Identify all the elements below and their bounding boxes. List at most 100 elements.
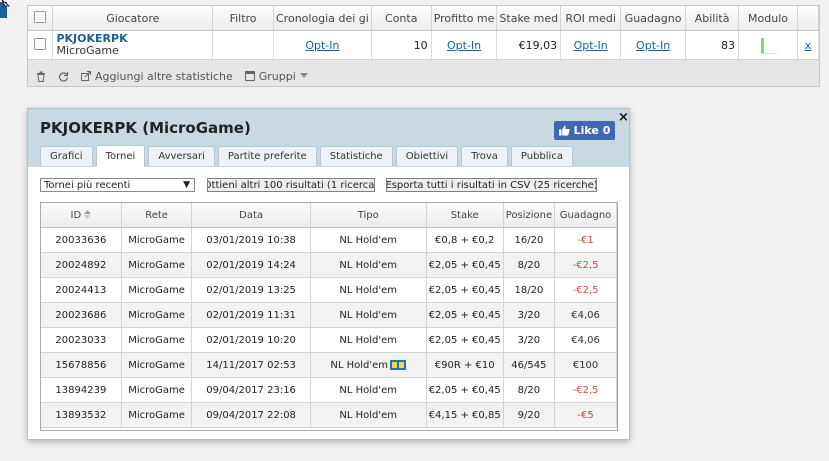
col-header-id[interactable]: ID — [41, 203, 122, 228]
players-toolbar: Aggiungi altre statistiche Gruppi — [28, 65, 819, 87]
select-arrow-icon: ▼ — [183, 180, 190, 190]
col-header-result-earnings[interactable]: Guadagno — [554, 203, 617, 228]
avg-profit-optin-link[interactable]: Opt-In — [447, 39, 481, 52]
select-all-header[interactable] — [28, 6, 54, 31]
result-stake: €4,15 + €0,85 — [426, 402, 504, 428]
col-header-type[interactable]: Tipo — [310, 203, 427, 228]
result-position: 16/20 — [503, 227, 556, 253]
tab-statistics[interactable]: Statistiche — [319, 146, 393, 166]
result-type: NL Hold'em — [310, 227, 427, 253]
player-ability-cell: 83 — [685, 30, 740, 60]
col-header-avg-stake[interactable]: Stake med — [496, 6, 562, 31]
col-header-earnings[interactable]: Guadagno — [620, 6, 687, 31]
result-row[interactable]: 20023686 MicroGame 02/01/2019 11:31 NL Hold… — [41, 302, 617, 328]
turbo-icon — [390, 359, 407, 370]
result-date: 02/01/2019 10:20 — [191, 327, 311, 353]
col-header-date[interactable]: Data — [191, 203, 311, 228]
players-header-row: Giocatore Filtro Cronologia dei gi Conta… — [28, 6, 820, 31]
tab-favorite-games[interactable]: Partite preferite — [217, 146, 317, 166]
result-id: 13894239 — [41, 377, 122, 403]
result-id: 20024892 — [41, 252, 122, 278]
result-position: 3/20 — [503, 302, 556, 328]
col-header-form[interactable]: Modulo — [738, 6, 798, 31]
result-stake: €90R + €10 — [426, 352, 504, 378]
col-header-position[interactable]: Posizione — [503, 203, 556, 228]
tab-tournaments[interactable]: Tornei — [95, 145, 146, 167]
corner-cursor-icon — [0, 0, 11, 18]
remove-player-link[interactable]: x — [805, 39, 812, 52]
add-stats-button[interactable]: Aggiungi altre statistiche — [81, 70, 233, 83]
result-date: 09/04/2017 23:16 — [191, 377, 311, 403]
facebook-like-button[interactable]: Like 0 — [554, 121, 615, 140]
result-id: 20023033 — [41, 327, 122, 353]
col-header-network[interactable]: Rete — [121, 203, 193, 228]
result-type-label: NL Hold'em — [339, 234, 398, 246]
like-label: Like 0 — [573, 124, 611, 137]
col-header-id-label: ID — [70, 209, 82, 221]
player-avg-roi-cell: Opt-In — [560, 30, 622, 60]
player-history-cell: Opt-In — [273, 30, 372, 60]
load-more-button[interactable]: Ottieni altri 100 risultati (1 ricerca) — [207, 178, 375, 192]
thumbs-up-icon — [558, 125, 570, 136]
popup-close-button[interactable]: × — [618, 110, 629, 125]
result-row[interactable]: 13894239 MicroGame 09/04/2017 23:16 NL Hold… — [41, 377, 617, 403]
result-stake: €2,05 + €0,45 — [426, 327, 504, 353]
result-row[interactable]: 20024413 MicroGame 02/01/2019 13:25 NL Hold… — [41, 277, 617, 303]
result-row[interactable]: 20024892 MicroGame 02/01/2019 14:24 NL Hold… — [41, 252, 617, 278]
player-select-cell[interactable] — [28, 30, 54, 60]
export-csv-button[interactable]: Esporta tutti i risultati in CSV (25 ric… — [386, 178, 597, 192]
result-stake: €2,05 + €0,45 — [426, 252, 504, 278]
result-date: 02/01/2019 11:31 — [191, 302, 311, 328]
result-type-label: NL Hold'em — [339, 409, 398, 421]
result-position: 9/20 — [503, 402, 556, 428]
result-type-label: NL Hold'em — [339, 384, 398, 396]
result-row[interactable]: 13893532 MicroGame 09/04/2017 22:08 NL Hold… — [41, 402, 617, 428]
col-header-filter[interactable]: Filtro — [212, 6, 274, 31]
history-optin-link[interactable]: Opt-In — [305, 39, 339, 52]
player-checkbox[interactable] — [34, 37, 47, 50]
col-header-history[interactable]: Cronologia dei gi — [273, 6, 372, 31]
select-all-checkbox[interactable] — [34, 10, 47, 23]
tab-find[interactable]: Trova — [461, 146, 508, 166]
col-header-count[interactable]: Conta — [371, 6, 432, 31]
col-header-avg-profit[interactable]: Profitto me — [431, 6, 498, 31]
external-link-icon — [81, 71, 91, 81]
result-network: MicroGame — [121, 277, 193, 303]
results-header-row: ID Rete Data Tipo Stake Posizione Guadag… — [41, 203, 617, 228]
tab-opponents[interactable]: Avversari — [148, 146, 215, 166]
earnings-optin-link[interactable]: Opt-In — [636, 39, 670, 52]
col-header-stake[interactable]: Stake — [426, 203, 504, 228]
result-row[interactable]: 20023033 MicroGame 02/01/2019 10:20 NL Hold… — [41, 327, 617, 353]
delete-button[interactable] — [36, 71, 50, 82]
tab-goals[interactable]: Obiettivi — [395, 146, 459, 166]
refresh-button[interactable] — [58, 71, 73, 82]
player-filter-cell[interactable] — [212, 30, 274, 60]
result-date: 14/11/2017 02:53 — [191, 352, 311, 378]
result-earnings: €100 — [554, 352, 617, 378]
results-grid: ID Rete Data Tipo Stake Posizione Guadag… — [40, 202, 618, 431]
tab-charts[interactable]: Grafici — [40, 146, 93, 166]
result-row[interactable]: 20033636 MicroGame 03/01/2019 10:38 NL Hold… — [41, 227, 617, 253]
player-cell: PKJOKERPK MicroGame — [52, 30, 214, 60]
result-date: 02/01/2019 13:25 — [191, 277, 311, 303]
result-id: 20033636 — [41, 227, 122, 253]
result-type-label: NL Hold'em — [339, 259, 398, 271]
col-header-ability[interactable]: Abilità — [685, 6, 740, 31]
add-stats-label: Aggiungi altre statistiche — [95, 69, 233, 83]
groups-dropdown[interactable]: Gruppi — [244, 70, 312, 83]
result-row[interactable]: 15678856 MicroGame 14/11/2017 02:53 NL Hold… — [41, 352, 617, 378]
player-earnings-cell: Opt-In — [620, 30, 687, 60]
result-id: 13893532 — [41, 402, 122, 428]
col-header-player[interactable]: Giocatore — [52, 6, 214, 31]
result-position: 8/20 — [503, 252, 556, 278]
tournament-filter-select[interactable]: Tornei più recenti ▼ — [40, 178, 195, 192]
avg-roi-optin-link[interactable]: Opt-In — [574, 39, 608, 52]
player-popup: PKJOKERPK (MicroGame) Like 0 × Grafici T… — [27, 108, 630, 440]
results-table: ID Rete Data Tipo Stake Posizione Guadag… — [41, 203, 617, 428]
tab-publish[interactable]: Pubblica — [510, 146, 573, 166]
result-id: 15678856 — [41, 352, 122, 378]
result-type: NL Hold'em — [310, 277, 427, 303]
caret-down-icon — [299, 73, 308, 78]
col-header-avg-roi[interactable]: ROI medi — [560, 6, 622, 31]
popup-header: PKJOKERPK (MicroGame) Like 0 × Grafici T… — [28, 109, 629, 167]
